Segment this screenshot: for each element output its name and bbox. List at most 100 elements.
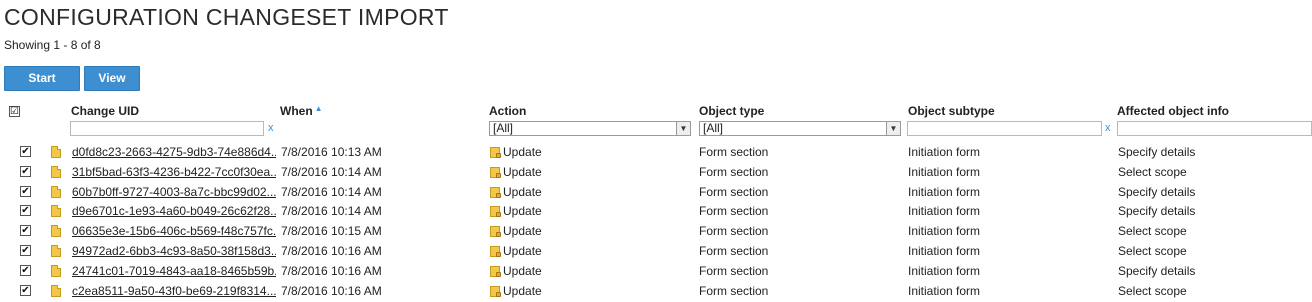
header-affected-object-info[interactable]: Affected object info	[1117, 104, 1229, 118]
changeset-file-icon	[51, 284, 61, 297]
changeset-file-icon	[51, 264, 61, 277]
action-label: Update	[503, 283, 542, 298]
affected-object-cell: Select scope	[1118, 283, 1187, 298]
action-filter-select[interactable]: [All] ▼	[489, 121, 691, 136]
header-when-label: When	[280, 104, 313, 118]
changeset-file-icon	[51, 225, 61, 238]
table-row[interactable]: ✔ d9e6701c-1e93-4a60-b049-26c62f28... 7/8/…	[0, 201, 1312, 221]
header-change-uid[interactable]: Change UID	[71, 104, 139, 118]
changeset-file-icon	[51, 185, 61, 198]
view-log-button[interactable]: View log	[84, 66, 140, 108]
header-when[interactable]: When ▲	[280, 104, 323, 118]
changeset-file-icon	[51, 205, 61, 218]
object-subtype-cell: Initiation form	[908, 204, 981, 219]
action-cell: Update	[490, 241, 690, 261]
table-row[interactable]: ✔ 31bf5bad-63f3-4236-b422-7cc0f30ea... 7/8…	[0, 162, 1312, 182]
object-subtype-cell: Initiation form	[908, 263, 981, 278]
object-type-cell: Form section	[699, 164, 769, 179]
table-row[interactable]: ✔ d0fd8c23-2663-4275-9db3-74e886d4... 7/8/…	[0, 142, 1312, 162]
change-uid-link[interactable]: 31bf5bad-63f3-4236-b422-7cc0f30ea...	[72, 162, 276, 182]
header-object-subtype[interactable]: Object subtype	[908, 104, 995, 118]
change-uid-filter-input[interactable]	[70, 121, 264, 136]
action-cell: Update	[490, 221, 690, 241]
change-uid-link[interactable]: 24741c01-7019-4843-aa18-8465b59b...	[72, 261, 276, 281]
when-cell: 7/8/2016 10:16 AM	[281, 283, 382, 298]
update-icon	[490, 186, 501, 198]
when-cell: 7/8/2016 10:15 AM	[281, 224, 382, 239]
affected-object-cell: Select scope	[1118, 164, 1187, 179]
row-checkbox[interactable]: ✔	[20, 146, 31, 157]
object-subtype-cell: Initiation form	[908, 164, 981, 179]
when-cell: 7/8/2016 10:14 AM	[281, 164, 382, 179]
row-checkbox[interactable]: ✔	[20, 245, 31, 256]
update-icon	[490, 226, 501, 238]
object-type-cell: Form section	[699, 283, 769, 298]
when-cell: 7/8/2016 10:14 AM	[281, 184, 382, 199]
object-type-cell: Form section	[699, 224, 769, 239]
affected-object-cell: Specify details	[1118, 204, 1196, 219]
change-uid-link[interactable]: 06635e3e-15b6-406c-b569-f48c757fc...	[72, 221, 276, 241]
action-label: Update	[503, 263, 542, 278]
table-row[interactable]: ✔ 24741c01-7019-4843-aa18-8465b59b... 7/8/…	[0, 261, 1312, 281]
object-type-cell: Form section	[699, 204, 769, 219]
object-subtype-cell: Initiation form	[908, 145, 981, 159]
table-row[interactable]: ✔ 06635e3e-15b6-406c-b569-f48c757fc... 7/8…	[0, 221, 1312, 241]
update-icon	[490, 246, 501, 257]
start-import-button[interactable]: Start import	[4, 66, 80, 108]
action-label: Update	[503, 145, 542, 159]
object-type-cell: Form section	[699, 184, 769, 199]
affected-object-cell: Select scope	[1118, 244, 1187, 258]
affected-object-filter-input[interactable]	[1117, 121, 1312, 136]
page-title: CONFIGURATION CHANGESET IMPORT	[4, 4, 449, 30]
action-cell: Update	[490, 162, 690, 182]
when-cell: 7/8/2016 10:16 AM	[281, 244, 382, 258]
row-checkbox[interactable]: ✔	[20, 165, 31, 177]
object-type-filter-value: [All]	[703, 121, 724, 135]
table-row[interactable]: ✔ 94972ad2-6bb3-4c93-8a50-38f158d3... 7/8/…	[0, 241, 1312, 261]
header-action[interactable]: Action	[489, 104, 526, 118]
row-checkbox[interactable]: ✔	[20, 205, 31, 217]
row-checkbox[interactable]: ✔	[20, 185, 31, 197]
action-label: Update	[503, 244, 542, 258]
changeset-file-icon	[51, 245, 61, 257]
object-subtype-cell: Initiation form	[908, 244, 981, 258]
change-uid-link[interactable]: d0fd8c23-2663-4275-9db3-74e886d4...	[72, 142, 276, 162]
action-cell: Update	[490, 281, 690, 301]
action-filter-value: [All]	[493, 121, 514, 135]
update-icon	[490, 265, 501, 277]
clear-object-subtype-filter-icon[interactable]: x	[1105, 122, 1111, 134]
change-uid-link[interactable]: 60b7b0ff-9727-4003-8a7c-bbc99d02...	[72, 182, 276, 202]
action-label: Update	[503, 164, 542, 179]
clear-change-uid-filter-icon[interactable]: x	[268, 122, 274, 134]
when-cell: 7/8/2016 10:16 AM	[281, 263, 382, 278]
affected-object-cell: Select scope	[1118, 224, 1187, 239]
affected-object-cell: Specify details	[1118, 145, 1196, 159]
paging-summary: Showing 1 - 8 of 8	[4, 38, 101, 52]
object-type-cell: Form section	[699, 145, 769, 159]
object-subtype-filter-input[interactable]	[907, 121, 1102, 136]
object-subtype-cell: Initiation form	[908, 184, 981, 199]
table-row[interactable]: ✔ c2ea8511-9a50-43f0-be69-219f8314... 7/8/…	[0, 281, 1312, 301]
sort-ascending-icon: ▲	[314, 104, 323, 113]
object-type-cell: Form section	[699, 263, 769, 278]
update-icon	[490, 166, 501, 178]
row-checkbox[interactable]: ✔	[20, 284, 31, 296]
action-label: Update	[503, 204, 542, 219]
change-uid-link[interactable]: c2ea8511-9a50-43f0-be69-219f8314...	[72, 281, 276, 301]
header-object-type[interactable]: Object type	[699, 104, 764, 118]
changeset-file-icon	[51, 146, 61, 158]
action-label: Update	[503, 224, 542, 239]
row-checkbox[interactable]: ✔	[20, 264, 31, 276]
change-uid-link[interactable]: d9e6701c-1e93-4a60-b049-26c62f28...	[72, 201, 276, 221]
table-row[interactable]: ✔ 60b7b0ff-9727-4003-8a7c-bbc99d02... 7/8/…	[0, 182, 1312, 202]
update-icon	[490, 285, 501, 297]
update-icon	[490, 147, 501, 158]
select-all-checkbox[interactable]: ☑	[9, 106, 20, 117]
row-checkbox[interactable]: ✔	[20, 225, 31, 237]
object-subtype-cell: Initiation form	[908, 224, 981, 239]
chevron-down-icon: ▼	[676, 122, 690, 135]
change-uid-link[interactable]: 94972ad2-6bb3-4c93-8a50-38f158d3...	[72, 241, 276, 261]
changeset-file-icon	[51, 165, 61, 178]
affected-object-cell: Specify details	[1118, 263, 1196, 278]
object-type-filter-select[interactable]: [All] ▼	[699, 121, 901, 136]
